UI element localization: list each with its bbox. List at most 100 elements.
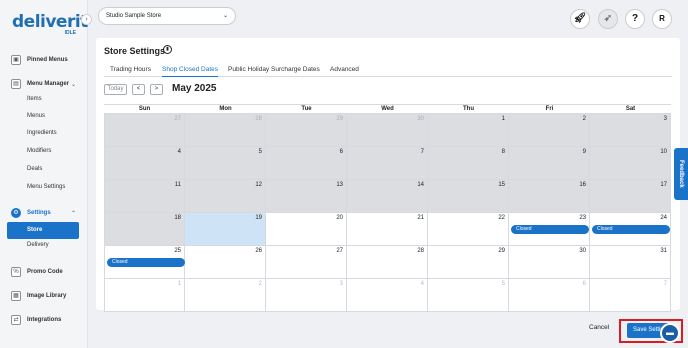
calendar-day-cell[interactable]: 30 (509, 246, 590, 279)
day-number: 18 (174, 215, 181, 221)
calendar-day-cell[interactable]: 22 (428, 213, 509, 246)
sidebar-subitem-modifiers[interactable]: Modifiers (27, 148, 51, 154)
calendar-day-cell[interactable]: 2 (509, 114, 590, 147)
store-settings-panel: Store Settings ▮ Trading Hours Shop Clos… (96, 38, 680, 312)
closed-event[interactable]: Closed (107, 258, 185, 267)
sidebar-subitem-menu-settings[interactable]: Menu Settings (27, 184, 65, 190)
sidebar-subitem-items[interactable]: Items (27, 96, 42, 102)
calendar-day-cell[interactable]: 16 (509, 180, 590, 213)
calendar-day-cell[interactable]: 17 (590, 180, 671, 213)
calendar-day-cell[interactable]: 8 (428, 147, 509, 180)
user-avatar[interactable]: R (652, 9, 672, 29)
calendar-day-cell[interactable]: 3 (266, 279, 347, 312)
calendar-day-cell[interactable]: 29 (428, 246, 509, 279)
day-number: 2 (258, 281, 262, 287)
calendar-day-cell[interactable]: 13 (266, 180, 347, 213)
month-title: May 2025 (172, 83, 217, 94)
chat-icon[interactable]: ▬ (660, 323, 680, 343)
day-number: 3 (663, 116, 667, 122)
integrations-icon: ⇄ (11, 315, 21, 325)
calendar-day-cell[interactable]: 6 (509, 279, 590, 312)
sidebar-subitem-menus[interactable]: Menus (27, 113, 45, 119)
calendar-day-cell[interactable]: 15 (428, 180, 509, 213)
day-number: 3 (339, 281, 343, 287)
closed-event[interactable]: Closed (511, 225, 589, 234)
calendar-day-cell[interactable]: 11 (104, 180, 185, 213)
day-number: 4 (420, 281, 424, 287)
day-number: 2 (582, 116, 586, 122)
calendar-day-cell[interactable]: 20 (266, 213, 347, 246)
tab-public-holiday-surcharge-dates[interactable]: Public Holiday Surcharge Dates (228, 66, 320, 77)
logo-text: deliverit (12, 12, 88, 32)
weekday-label: Sun (138, 106, 151, 112)
calendar-day-cell[interactable]: 14 (347, 180, 428, 213)
calendar-day-cell[interactable]: 27 (104, 114, 185, 147)
day-number: 17 (660, 182, 667, 188)
calendar-day-cell[interactable]: 19 (185, 213, 266, 246)
calendar-day-cell[interactable]: 18 (104, 213, 185, 246)
help-icon[interactable]: ? (625, 9, 645, 29)
prev-month-button[interactable]: < (132, 84, 145, 95)
sidebar-subitem-store[interactable]: Store (7, 222, 79, 239)
collapse-sidebar-button[interactable]: › (81, 14, 92, 25)
feedback-tab[interactable]: Feedback (674, 148, 688, 200)
closed-event[interactable]: Closed (592, 225, 670, 234)
tab-advanced[interactable]: Advanced (330, 66, 359, 77)
calendar-day-cell[interactable]: 31 (590, 246, 671, 279)
calendar-day-cell[interactable]: 21 (347, 213, 428, 246)
store-name: Studio Sample Store (106, 13, 162, 19)
tab-trading-hours[interactable]: Trading Hours (110, 66, 151, 77)
rocket-icon[interactable]: 🚀︎ (570, 9, 590, 29)
calendar-day-cell[interactable]: 4 (104, 147, 185, 180)
sidebar-item-pinned-menus[interactable]: ▣ Pinned Menus (0, 52, 88, 68)
cancel-button[interactable]: Cancel (589, 324, 609, 331)
calendar-day-cell[interactable]: 27 (266, 246, 347, 279)
next-month-button[interactable]: > (150, 84, 163, 95)
brand-logo[interactable]: deliverit IDLE (12, 12, 88, 36)
sidebar-item-settings[interactable]: ⚙ Settings ⌃ (0, 205, 88, 221)
rocket-outline-icon[interactable]: ➶ (598, 9, 618, 29)
sidebar-item-image-library[interactable]: ▦ Image Library (0, 288, 88, 304)
calendar-day-cell[interactable]: 28 (347, 246, 428, 279)
day-number: 26 (255, 248, 262, 254)
calendar-day-cell[interactable]: 1 (104, 279, 185, 312)
sidebar-subitem-ingredients[interactable]: Ingredients (27, 130, 57, 136)
calendar-day-cell[interactable]: 9 (509, 147, 590, 180)
calendar-day-cell[interactable]: 24 Closed (590, 213, 671, 246)
sidebar-item-label: Promo Code (27, 269, 63, 275)
calendar-day-cell[interactable]: 7 (590, 279, 671, 312)
sidebar-subitem-delivery[interactable]: Delivery (27, 242, 49, 248)
day-number: 12 (255, 182, 262, 188)
calendar-day-cell[interactable]: 1 (428, 114, 509, 147)
calendar-day-cell[interactable]: 4 (347, 279, 428, 312)
calendar-day-cell[interactable]: 3 (590, 114, 671, 147)
calendar-day-cell[interactable]: 23 Closed (509, 213, 590, 246)
today-button[interactable]: Today (104, 84, 127, 95)
calendar-day-cell[interactable]: 5 (185, 147, 266, 180)
calendar-day-cell[interactable]: 2 (185, 279, 266, 312)
day-number: 20 (336, 215, 343, 221)
calendar-day-cell[interactable]: 12 (185, 180, 266, 213)
store-selector[interactable]: Studio Sample Store ⌄ (98, 7, 236, 25)
calendar-day-cell[interactable]: 5 (428, 279, 509, 312)
bookmark-icon[interactable]: ▮ (163, 45, 172, 54)
tab-shop-closed-dates[interactable]: Shop Closed Dates (162, 66, 219, 77)
calendar-day-cell[interactable]: 30 (347, 114, 428, 147)
day-number: 24 (660, 215, 667, 221)
calendar-day-cell[interactable]: 10 (590, 147, 671, 180)
calendar-day-cell[interactable]: 7 (347, 147, 428, 180)
settings-tabs: Trading Hours Shop Closed Dates Public H… (104, 64, 672, 77)
day-number: 6 (339, 149, 343, 155)
sidebar-item-menu-manager[interactable]: ▤ Menu Manager ⌄ (0, 76, 88, 92)
calendar-day-cell[interactable]: 29 (266, 114, 347, 147)
calendar-day-cell[interactable]: 28 (185, 114, 266, 147)
calendar-day-cell[interactable]: 26 (185, 246, 266, 279)
calendar-day-cell[interactable]: 25 Closed (104, 246, 185, 279)
sidebar-item-label: Image Library (27, 293, 67, 299)
sidebar-subitem-deals[interactable]: Deals (27, 166, 42, 172)
calendar-day-cell[interactable]: 6 (266, 147, 347, 180)
promo-icon: % (11, 267, 21, 277)
sidebar-item-integrations[interactable]: ⇄ Integrations (0, 312, 88, 328)
sidebar-item-label: Pinned Menus (27, 57, 68, 63)
sidebar-item-promo-code[interactable]: % Promo Code (0, 264, 88, 280)
